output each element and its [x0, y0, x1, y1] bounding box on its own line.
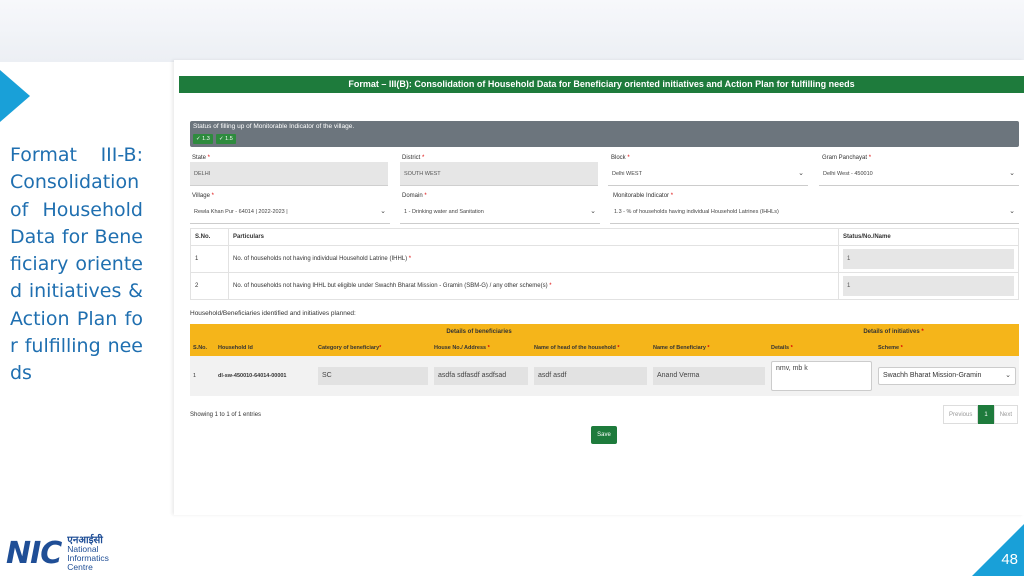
form-screenshot: Format – III(B): Consolidation of Househ… [174, 60, 1024, 515]
state-label: State * [192, 155, 211, 161]
col-sno: S.No. [190, 340, 215, 356]
cell-household-id: dl-sw-450010-64014-00001 [215, 356, 315, 396]
chevron-down-icon: ⌄ [798, 170, 804, 177]
gram-panchayat-label: Gram Panchayat * [822, 155, 872, 161]
details-textarea[interactable]: nmv, mb k [771, 361, 872, 391]
chevron-down-icon: ⌄ [380, 208, 386, 215]
row-sno: 2 [190, 272, 229, 300]
village-label: Village * [192, 193, 214, 199]
nic-text: एनआईसी National Informatics Centre [67, 536, 109, 572]
row-particular: No. of households not having individual … [228, 245, 839, 273]
chevron-down-icon: ⌄ [590, 208, 596, 215]
address-input[interactable]: asdfa sdfasdf asdfsad [434, 367, 528, 385]
col-details: Details * [768, 340, 875, 356]
table-row: 2 No. of households not having IHHL but … [190, 272, 1019, 300]
col-head-name: Name of head of the household * [531, 340, 650, 356]
chevron-down-icon: ⌄ [1005, 372, 1011, 379]
indicator-label: Monitorable Indicator * [613, 193, 674, 199]
col-particulars: Particulars [228, 228, 839, 246]
gram-panchayat-select[interactable]: Delhi West - 450010 ⌄ [819, 162, 1019, 186]
col-beneficiary: Name of Beneficiary * [650, 340, 768, 356]
particulars-table: S.No. Particulars Status/No./Name 1 No. … [190, 228, 1019, 300]
row-particular: No. of households not having IHHL but el… [228, 272, 839, 300]
beneficiary-input[interactable]: Anand Verma [653, 367, 765, 385]
page-number: 48 [1001, 551, 1018, 568]
domain-label: Domain * [402, 193, 427, 199]
badge-1-5[interactable]: ✓ 1.5 [216, 134, 236, 144]
category-input[interactable]: SC [318, 367, 428, 385]
slide-title: Format III-B: Consolidation of Household… [10, 144, 143, 385]
corner-decoration [972, 524, 1024, 576]
save-button[interactable]: Save [591, 426, 617, 444]
nic-line3: Centre [67, 562, 93, 572]
status-input[interactable]: 1 [843, 276, 1014, 296]
arrow-decoration [0, 70, 30, 122]
chevron-down-icon: ⌄ [1009, 170, 1015, 177]
badge-1-3[interactable]: ✓ 1.3 [193, 134, 213, 144]
format-header: Format – III(B): Consolidation of Househ… [179, 76, 1024, 93]
household-section-label: Household/Beneficiaries identified and i… [190, 310, 356, 317]
group-initiatives: Details of initiatives * [768, 324, 1019, 340]
row-sno: 1 [190, 245, 229, 273]
group-beneficiaries: Details of beneficiaries [190, 324, 768, 340]
scheme-select[interactable]: Swachh Bharat Mission-Gramin ⌄ [878, 367, 1016, 385]
table-row: 1 No. of households not having individua… [190, 245, 1019, 273]
district-label: District * [402, 155, 425, 161]
page-1-button[interactable]: 1 [978, 405, 994, 424]
col-category: Category of beneficiary* [315, 340, 431, 356]
nic-logo: NIC एनआईसी National Informatics Centre [6, 536, 109, 572]
col-sno: S.No. [190, 228, 229, 246]
cell-sno: 1 [190, 356, 215, 396]
next-button[interactable]: Next [993, 405, 1019, 424]
block-select[interactable]: Delhi WEST ⌄ [608, 162, 808, 186]
col-scheme: Scheme * [875, 340, 1019, 356]
status-input[interactable]: 1 [843, 249, 1014, 269]
state-field: DELHI [190, 162, 388, 186]
pagination: Previous 1 Next [943, 405, 1019, 424]
status-label: Status of filling up of Monitorable Indi… [193, 123, 355, 130]
col-household-id: Household Id [215, 340, 315, 356]
status-box: Status of filling up of Monitorable Indi… [190, 121, 1019, 147]
district-field: SOUTH WEST [400, 162, 598, 186]
beneficiary-table: Details of beneficiaries Details of init… [190, 324, 1019, 396]
village-select[interactable]: Rewla Khan Pur - 64014 | 2022-2023 | ⌄ [190, 200, 390, 224]
top-band [0, 0, 1024, 62]
domain-select[interactable]: 1 - Drinking water and Sanitation ⌄ [400, 200, 600, 224]
col-status: Status/No./Name [838, 228, 1019, 246]
chevron-down-icon: ⌄ [1009, 208, 1015, 215]
indicator-select[interactable]: 1.3 - % of households having individual … [610, 200, 1019, 224]
table-row: 1 dl-sw-450010-64014-00001 SC asdfa sdfa… [190, 356, 1019, 396]
head-name-input[interactable]: asdf asdf [534, 367, 647, 385]
block-label: Block * [611, 155, 630, 161]
col-address: House No./ Address * [431, 340, 531, 356]
nic-mark: NIC [6, 536, 62, 571]
entries-info: Showing 1 to 1 of 1 entries [190, 412, 262, 418]
prev-button[interactable]: Previous [943, 405, 979, 424]
